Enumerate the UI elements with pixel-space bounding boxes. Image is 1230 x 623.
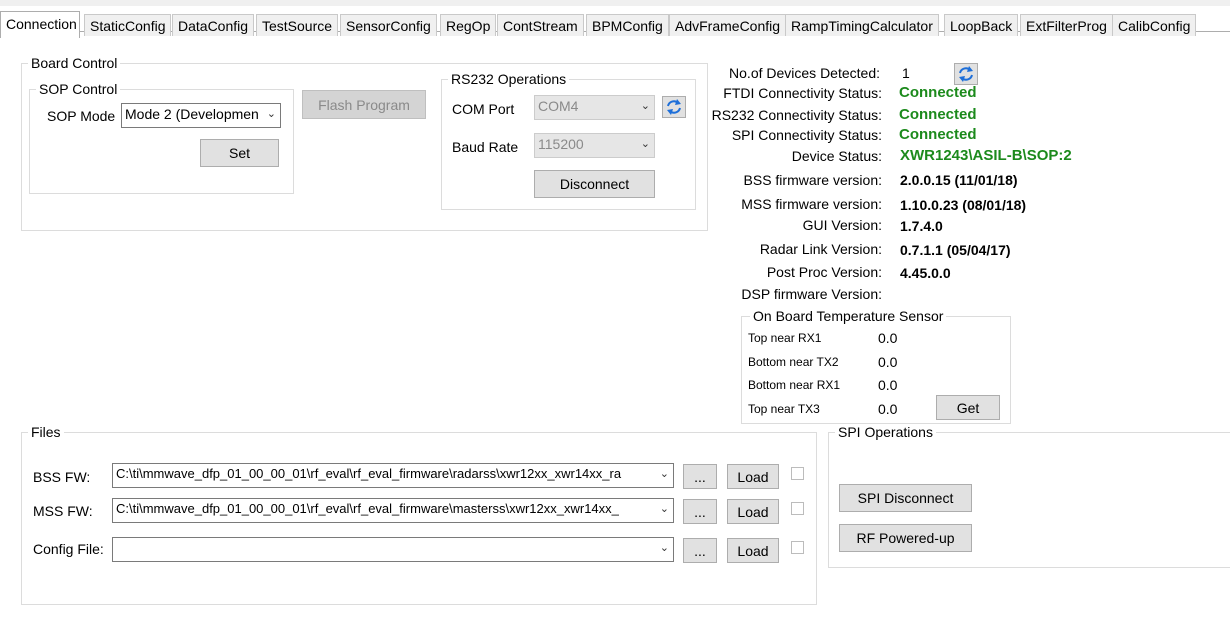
bss-fw-checkbox[interactable] <box>791 467 804 480</box>
tab-regop[interactable]: RegOp <box>440 14 497 36</box>
tab-contstream[interactable]: ContStream <box>497 14 584 36</box>
temp-label-bottom-tx2: Bottom near TX2 <box>748 355 839 369</box>
mss-fw-load-button[interactable]: Load <box>727 499 779 524</box>
devices-detected-label: No.of Devices Detected: <box>729 65 880 81</box>
chevron-down-icon: ⌄ <box>659 502 669 515</box>
com-port-select[interactable]: COM4 ⌄ <box>534 95 655 120</box>
spi-status-value: Connected <box>899 126 977 143</box>
mss-version-label: MSS firmware version: <box>741 196 882 212</box>
rs232-status-value: Connected <box>899 106 977 123</box>
gui-version-label: GUI Version: <box>802 217 882 233</box>
disconnect-button[interactable]: Disconnect <box>534 170 655 198</box>
sop-mode-select[interactable]: Mode 2 (Developmen ⌄ <box>121 103 281 128</box>
tab-advframeconfig[interactable]: AdvFrameConfig <box>669 14 787 36</box>
config-file-label: Config File: <box>33 541 104 557</box>
chevron-down-icon: ⌄ <box>266 108 276 120</box>
device-status-label: Device Status: <box>791 148 882 164</box>
tab-bar: Connection StaticConfig DataConfig TestS… <box>0 6 1230 38</box>
spi-disconnect-button[interactable]: SPI Disconnect <box>839 484 972 512</box>
chevron-down-icon: ⌄ <box>640 100 650 112</box>
config-file-path-select[interactable]: ⌄ <box>112 537 674 562</box>
mss-version-value: 1.10.0.23 (08/01/18) <box>900 197 1027 213</box>
tab-staticconfig[interactable]: StaticConfig <box>84 14 172 36</box>
tab-testsource[interactable]: TestSource <box>256 14 339 36</box>
bss-fw-path-select[interactable]: C:\ti\mmwave_dfp_01_00_00_01\rf_eval\rf_… <box>112 463 674 488</box>
config-file-load-button[interactable]: Load <box>727 538 779 563</box>
devices-detected-value: 1 <box>902 65 910 81</box>
bss-fw-path-value: C:\ti\mmwave_dfp_01_00_00_01\rf_eval\rf_… <box>116 466 622 481</box>
temperature-sensor-title: On Board Temperature Sensor <box>750 308 947 324</box>
chevron-down-icon: ⌄ <box>659 467 669 480</box>
post-proc-version-value: 4.45.0.0 <box>900 265 951 281</box>
tab-loopback[interactable]: LoopBack <box>944 14 1019 36</box>
dsp-version-label: DSP firmware Version: <box>741 286 882 302</box>
bss-version-value: 2.0.0.15 (11/01/18) <box>900 172 1018 188</box>
tab-calibconfig[interactable]: CalibConfig <box>1112 14 1197 36</box>
sop-mode-label: SOP Mode <box>47 108 116 124</box>
rf-powered-up-button[interactable]: RF Powered-up <box>839 524 972 552</box>
temp-value-bottom-tx2: 0.0 <box>878 354 898 370</box>
temp-label-bottom-rx1: Bottom near RX1 <box>748 378 841 392</box>
temp-value-bottom-rx1: 0.0 <box>878 377 898 393</box>
ftdi-status-value: Connected <box>899 84 977 101</box>
board-control-title: Board Control <box>28 55 121 71</box>
chevron-down-icon: ⌄ <box>640 138 650 150</box>
tab-dataconfig[interactable]: DataConfig <box>172 14 255 36</box>
bss-fw-load-button[interactable]: Load <box>727 464 779 489</box>
radar-link-version-value: 0.7.1.1 (05/04/17) <box>900 242 1011 258</box>
device-status-value: XWR1243\ASIL-B\SOP:2 <box>900 147 1072 164</box>
bss-version-label: BSS firmware version: <box>743 172 882 188</box>
mss-fw-path-select[interactable]: C:\ti\mmwave_dfp_01_00_00_01\rf_eval\rf_… <box>112 498 674 523</box>
post-proc-version-label: Post Proc Version: <box>766 264 882 280</box>
set-button[interactable]: Set <box>200 139 279 167</box>
ftdi-status-label: FTDI Connectivity Status: <box>723 85 882 101</box>
bss-fw-label: BSS FW: <box>33 469 91 485</box>
temp-value-top-rx1: 0.0 <box>878 330 898 346</box>
tab-extfilterprog[interactable]: ExtFilterProg <box>1020 14 1113 36</box>
tab-bpmconfig[interactable]: BPMConfig <box>586 14 669 36</box>
baud-rate-select[interactable]: 115200 ⌄ <box>534 133 655 158</box>
baud-rate-label: Baud Rate <box>452 139 519 155</box>
mss-fw-label: MSS FW: <box>33 503 93 519</box>
refresh-icon <box>667 99 681 115</box>
mss-fw-browse-button[interactable]: ... <box>683 499 717 524</box>
sop-mode-value: Mode 2 (Developmen <box>125 106 259 122</box>
config-file-browse-button[interactable]: ... <box>683 538 717 563</box>
chevron-down-icon: ⌄ <box>659 541 669 554</box>
mss-fw-path-value: C:\ti\mmwave_dfp_01_00_00_01\rf_eval\rf_… <box>116 501 619 516</box>
bss-fw-browse-button[interactable]: ... <box>683 464 717 489</box>
com-port-label: COM Port <box>452 101 515 117</box>
flash-program-button[interactable]: Flash Program <box>302 90 426 119</box>
baud-rate-value: 115200 <box>538 136 584 152</box>
spi-operations-title: SPI Operations <box>835 424 936 440</box>
temp-label-top-tx3: Top near TX3 <box>748 402 820 416</box>
tab-connection[interactable]: Connection <box>0 11 80 38</box>
temp-label-top-rx1: Top near RX1 <box>748 331 822 345</box>
spi-status-label: SPI Connectivity Status: <box>731 127 882 143</box>
temp-value-top-tx3: 0.0 <box>878 401 898 417</box>
com-port-value: COM4 <box>538 98 579 114</box>
rs232-operations-title: RS232 Operations <box>448 71 570 87</box>
sop-control-title: SOP Control <box>36 81 121 97</box>
config-file-checkbox[interactable] <box>791 541 804 554</box>
files-title: Files <box>28 424 64 440</box>
tab-sensorconfig[interactable]: SensorConfig <box>340 14 437 36</box>
rs232-status-label: RS232 Connectivity Status: <box>711 107 882 123</box>
mss-fw-checkbox[interactable] <box>791 502 804 515</box>
radar-link-version-label: Radar Link Version: <box>759 241 882 257</box>
devices-refresh-button[interactable] <box>954 63 978 85</box>
com-refresh-button[interactable] <box>662 96 686 118</box>
get-temperature-button[interactable]: Get <box>936 395 1000 420</box>
gui-version-value: 1.7.4.0 <box>900 218 943 234</box>
refresh-icon <box>959 66 973 82</box>
tab-ramptimingcalculator[interactable]: RampTimingCalculator <box>785 14 939 36</box>
